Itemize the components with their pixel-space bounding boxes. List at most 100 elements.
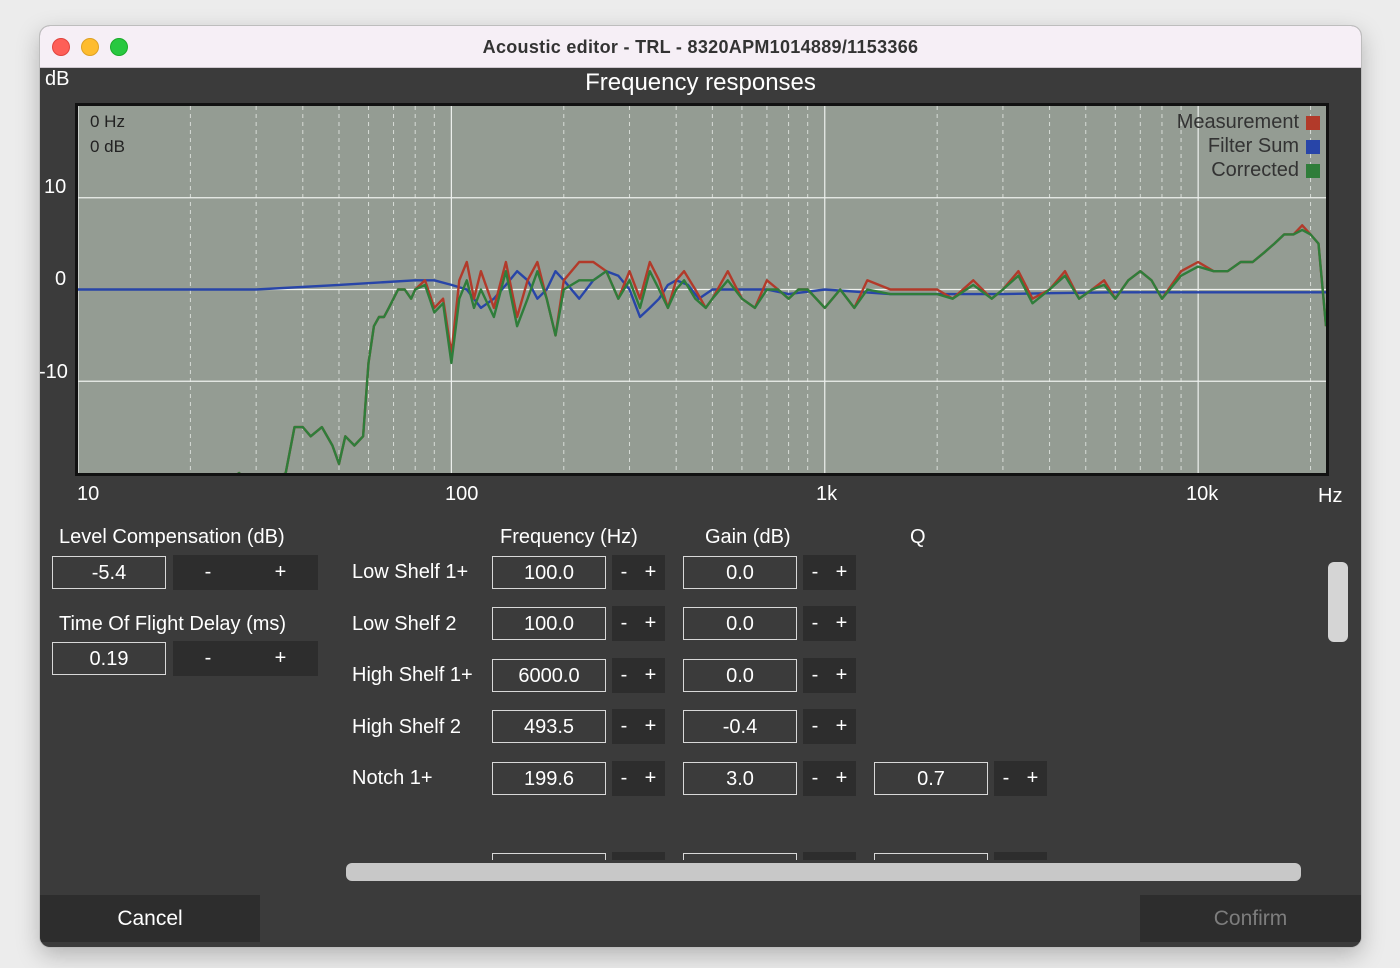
- filter-frequency-field[interactable]: 100.0: [492, 607, 606, 640]
- increment-button[interactable]: +: [645, 664, 657, 687]
- frequency-stepper: - +: [612, 761, 665, 796]
- gain-stepper: - +: [803, 606, 856, 641]
- filter-row-label: High Shelf 2: [352, 716, 461, 738]
- decrement-button[interactable]: -: [621, 664, 628, 687]
- increment-button[interactable]: +: [1027, 767, 1039, 790]
- title-bar: Acoustic editor - TRL - 8320APM1014889/1…: [40, 26, 1361, 68]
- legend-swatch: [1306, 163, 1320, 178]
- time-of-flight-label: Time Of Flight Delay (ms): [59, 613, 287, 635]
- filter-gain-field[interactable]: 3.0: [683, 762, 797, 795]
- decrement-button[interactable]: -: [812, 664, 819, 687]
- decrement-button[interactable]: -: [621, 715, 628, 738]
- decrement-button[interactable]: -: [812, 767, 819, 790]
- cancel-button[interactable]: Cancel: [40, 895, 260, 942]
- time-of-flight-stepper: - +: [173, 641, 318, 676]
- decrement-button[interactable]: -: [1003, 767, 1010, 790]
- legend-label: Measurement: [1176, 111, 1299, 133]
- confirm-button[interactable]: Confirm: [1140, 895, 1361, 942]
- increment-button[interactable]: +: [836, 561, 848, 584]
- filter-gain-field[interactable]: 0.0: [683, 659, 797, 692]
- frequency-stepper[interactable]: [612, 852, 665, 860]
- legend-item-filter-sum: Filter Sum: [1208, 135, 1320, 158]
- x-axis-unit: Hz: [1318, 485, 1343, 507]
- increment-button[interactable]: +: [275, 647, 287, 670]
- clipped-filter-row: [340, 848, 1140, 860]
- increment-button[interactable]: +: [645, 767, 657, 790]
- filter-row-label: Low Shelf 2: [352, 613, 457, 635]
- series-line-measurement: [237, 224, 1326, 473]
- filter-gain-field[interactable]: -0.4: [683, 710, 797, 743]
- increment-button[interactable]: +: [836, 612, 848, 635]
- filter-frequency-field[interactable]: 493.5: [492, 710, 606, 743]
- filter-row-label: Notch 1+: [352, 767, 433, 789]
- gain-stepper: - +: [803, 761, 856, 796]
- x-tick-label: 10k: [1186, 483, 1219, 505]
- series-line-filter-sum: [78, 270, 1326, 319]
- decrement-button[interactable]: -: [205, 647, 212, 670]
- editor-content: dB Frequency responses 10 0 -10 0 Hz 0 d…: [40, 68, 1361, 947]
- y-tick-label: -10: [40, 361, 68, 383]
- gain-stepper[interactable]: [803, 852, 856, 860]
- decrement-button[interactable]: -: [621, 561, 628, 584]
- filter-row-label: High Shelf 1+: [352, 664, 473, 686]
- gain-stepper: - +: [803, 709, 856, 744]
- y-tick-label: 10: [44, 176, 67, 198]
- decrement-button[interactable]: -: [812, 561, 819, 584]
- frequency-stepper: - +: [612, 555, 665, 590]
- decrement-button[interactable]: -: [621, 612, 628, 635]
- filter-frequency-field[interactable]: 6000.0: [492, 659, 606, 692]
- increment-button[interactable]: +: [645, 715, 657, 738]
- filter-frequency-field[interactable]: [492, 853, 606, 860]
- filter-frequency-field[interactable]: 100.0: [492, 556, 606, 589]
- filter-gain-field[interactable]: 0.0: [683, 607, 797, 640]
- frequency-stepper: - +: [612, 606, 665, 641]
- time-of-flight-field[interactable]: 0.19: [52, 642, 166, 675]
- filter-row-label: Low Shelf 1+: [352, 561, 469, 583]
- x-tick-label: 100: [445, 483, 479, 505]
- x-tick-label: 10: [77, 483, 100, 505]
- decrement-button[interactable]: -: [205, 561, 212, 584]
- acoustic-editor-window: Acoustic editor - TRL - 8320APM1014889/1…: [40, 26, 1361, 947]
- legend-label: Corrected: [1211, 159, 1299, 181]
- filter-frequency-field[interactable]: 199.6: [492, 762, 606, 795]
- frequency-stepper: - +: [612, 709, 665, 744]
- q-stepper[interactable]: [994, 852, 1047, 860]
- q-stepper: - +: [994, 761, 1047, 796]
- legend-item-corrected: Corrected: [1211, 159, 1320, 182]
- decrement-button[interactable]: -: [621, 767, 628, 790]
- x-tick-label: 1k: [816, 483, 838, 505]
- increment-button[interactable]: +: [836, 715, 848, 738]
- frequency-response-plot[interactable]: 0 Hz 0 dB Measurement Filter Sum Correct…: [75, 103, 1329, 476]
- filter-gain-field[interactable]: [683, 853, 797, 860]
- cursor-frequency-readout: 0 Hz: [90, 112, 125, 131]
- chart-title: Frequency responses: [585, 69, 816, 96]
- gain-stepper: - +: [803, 658, 856, 693]
- q-column-header: Q: [910, 526, 926, 548]
- level-compensation-stepper: - +: [173, 555, 318, 590]
- decrement-button[interactable]: -: [812, 715, 819, 738]
- gain-column-header: Gain (dB): [705, 526, 791, 548]
- legend-swatch: [1306, 139, 1320, 154]
- increment-button[interactable]: +: [645, 561, 657, 584]
- increment-button[interactable]: +: [836, 767, 848, 790]
- horizontal-scrollbar[interactable]: [346, 863, 1301, 881]
- gain-stepper: - +: [803, 555, 856, 590]
- filter-q-field[interactable]: 0.7: [874, 762, 988, 795]
- increment-button[interactable]: +: [836, 664, 848, 687]
- decrement-button[interactable]: -: [812, 612, 819, 635]
- increment-button[interactable]: +: [275, 561, 287, 584]
- frequency-column-header: Frequency (Hz): [500, 526, 638, 548]
- legend-swatch: [1306, 115, 1320, 130]
- filter-q-field[interactable]: [874, 853, 988, 860]
- window-title: Acoustic editor - TRL - 8320APM1014889/1…: [482, 37, 919, 57]
- frequency-stepper: - +: [612, 658, 665, 693]
- level-compensation-label: Level Compensation (dB): [59, 526, 285, 548]
- y-tick-label: 0: [55, 268, 67, 290]
- filter-gain-field[interactable]: 0.0: [683, 556, 797, 589]
- legend-label: Filter Sum: [1207, 135, 1299, 157]
- vertical-scrollbar[interactable]: [1328, 562, 1348, 642]
- level-compensation-field[interactable]: -5.4: [52, 556, 166, 589]
- series-line-corrected: [237, 228, 1326, 473]
- increment-button[interactable]: +: [645, 612, 657, 635]
- cursor-level-readout: 0 dB: [90, 137, 125, 156]
